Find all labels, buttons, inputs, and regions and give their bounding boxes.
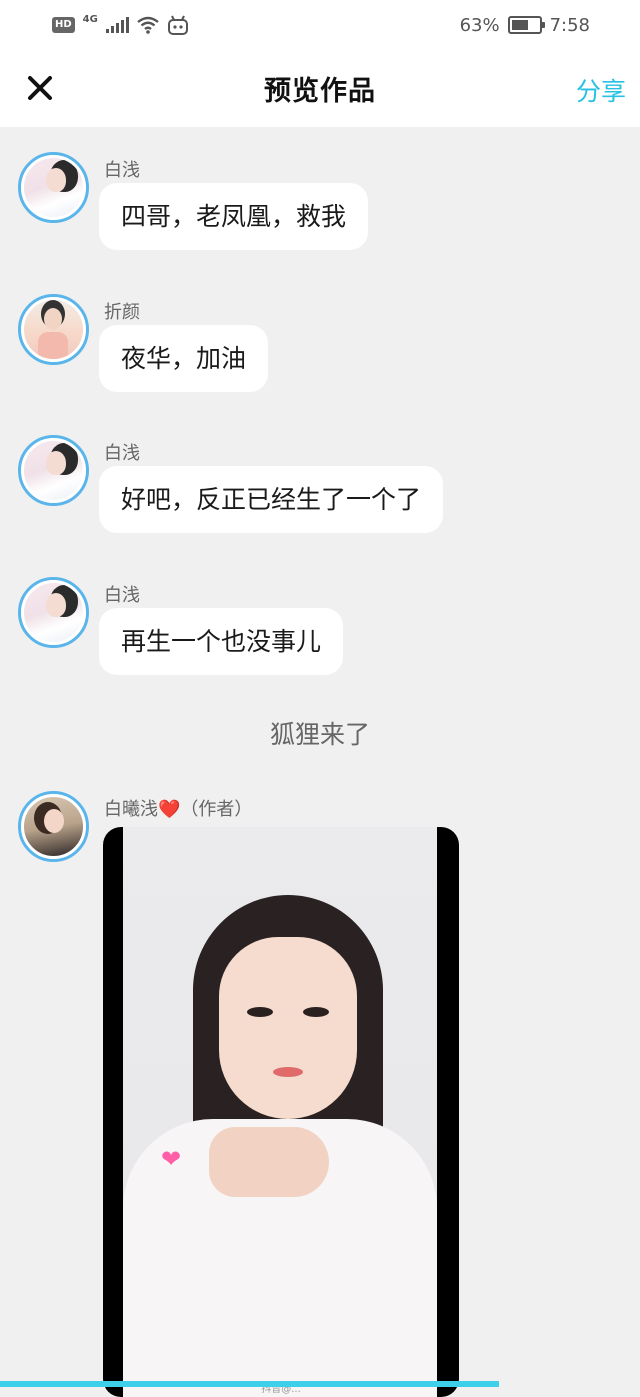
page-title: 预览作品 xyxy=(264,76,376,107)
signal-icon xyxy=(105,17,129,33)
author-avatar[interactable] xyxy=(18,791,89,862)
hearts-sticker-icon: ❤ xyxy=(161,1145,182,1173)
video-player[interactable]: ❤ 抖音@... xyxy=(103,827,459,1397)
narration-text: 狐狸来了 xyxy=(269,720,370,749)
close-button[interactable] xyxy=(20,70,60,106)
battery-icon xyxy=(507,16,545,34)
message-bubble: 好吧，反正已经生了一个了 xyxy=(99,466,444,533)
sender-name: 白浅 xyxy=(104,585,140,606)
message-bubble: 夜华，加油 xyxy=(99,325,269,392)
chat-area[interactable]: 白浅 四哥，老凤凰，救我 折颜 夜华，加油 白浅 好吧，反正已经生了一个了 白浅… xyxy=(0,127,640,1397)
status-left: HD 4G xyxy=(52,13,189,35)
close-icon xyxy=(28,76,52,100)
sender-name: 白浅 xyxy=(104,443,140,464)
video-frame: ❤ xyxy=(123,827,437,1397)
avatar[interactable] xyxy=(18,152,89,223)
android-icon xyxy=(167,15,188,35)
hd-badge: HD xyxy=(52,17,75,33)
playback-progress-bar xyxy=(0,1381,500,1387)
share-button[interactable]: 分享 xyxy=(576,72,626,108)
author-tag: （作者） xyxy=(180,799,253,820)
avatar[interactable] xyxy=(18,435,89,506)
status-bar: HD 4G 63% 7:58 xyxy=(0,0,640,50)
wifi-icon xyxy=(137,16,159,34)
message-bubble: 再生一个也没事儿 xyxy=(99,608,344,675)
author-name-text: 白曦浅 xyxy=(104,799,158,820)
clock: 7:58 xyxy=(549,14,590,36)
network-type: 4G xyxy=(82,13,98,25)
heart-icon: ❤️ xyxy=(158,799,181,820)
author-name: 白曦浅❤️（作者） xyxy=(104,795,252,821)
message-bubble: 四哥，老凤凰，救我 xyxy=(99,183,369,250)
nav-bar: 预览作品 分享 xyxy=(0,50,640,127)
avatar[interactable] xyxy=(18,294,89,365)
avatar[interactable] xyxy=(18,577,89,648)
battery-percent: 63% xyxy=(459,14,500,36)
sender-name: 白浅 xyxy=(104,160,140,181)
sender-name: 折颜 xyxy=(104,302,140,323)
status-right: 63% 7:58 xyxy=(460,15,590,36)
